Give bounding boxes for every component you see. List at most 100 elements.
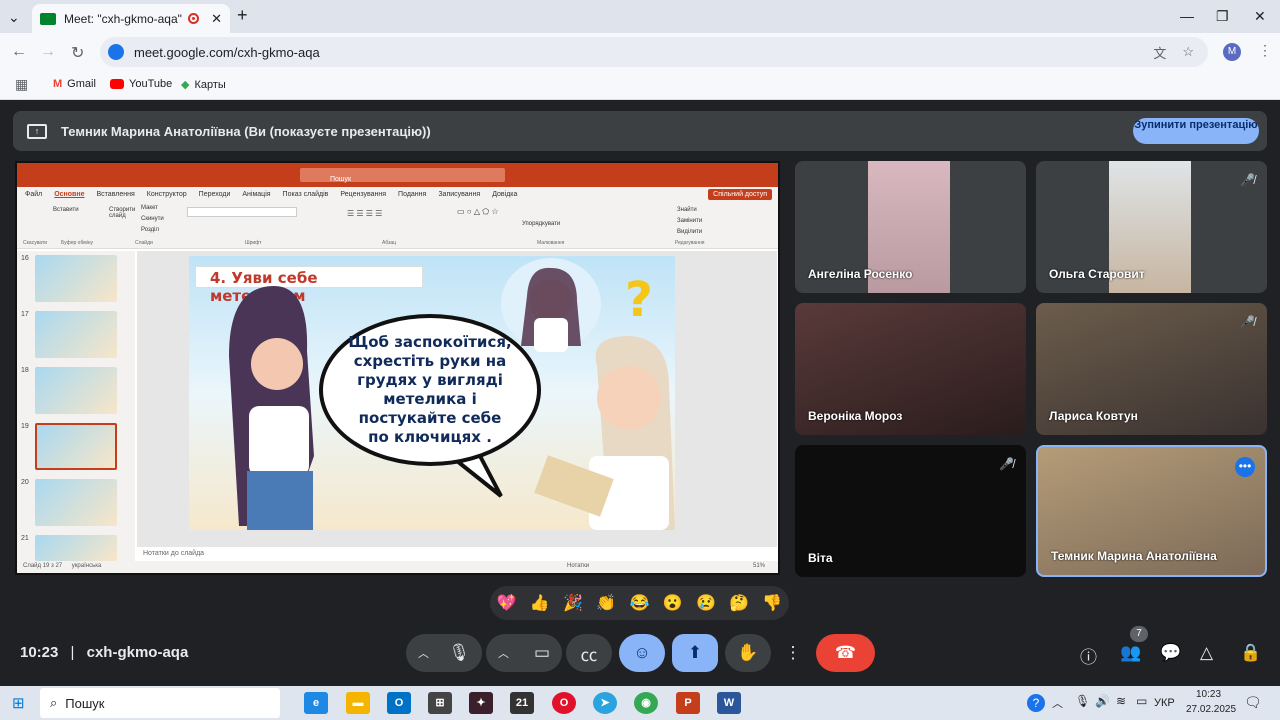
microsoft-store-icon[interactable]: ⊞ <box>428 692 452 714</box>
windows-start-icon[interactable]: ⊞ <box>12 694 25 712</box>
close-tab-icon[interactable]: ✕ <box>211 11 222 27</box>
ppt-layout-button[interactable]: Макет <box>141 205 158 211</box>
clock-date[interactable]: 27.02.2025 <box>1186 704 1236 715</box>
slide-thumbnail[interactable] <box>35 255 117 302</box>
notifications-icon[interactable]: 🗨 <box>1244 694 1262 711</box>
microphone-button[interactable]: 🎙 <box>448 643 470 663</box>
wifi-icon[interactable]: ≋ <box>1116 694 1126 708</box>
participant-tile[interactable]: 🎤̸ Лариса Ковтун <box>1036 303 1267 435</box>
davinci-icon[interactable]: ✦ <box>469 692 493 714</box>
mic-options-chevron-icon[interactable]: ︿ <box>418 645 429 661</box>
input-language[interactable]: УКР <box>1154 697 1175 709</box>
site-info-icon[interactable] <box>108 44 124 60</box>
activities-icon[interactable]: △ <box>1200 643 1213 663</box>
ppt-tab-record[interactable]: Записування <box>438 191 480 198</box>
translate-icon[interactable]: 文 <box>1153 43 1166 62</box>
reaction-thumbs-up-button[interactable]: 👍 <box>530 593 550 613</box>
telegram-icon[interactable]: ➤ <box>593 692 617 714</box>
slide-thumbnail[interactable] <box>35 311 117 358</box>
ppt-tab-animations[interactable]: Анімація <box>242 191 270 198</box>
reaction-clap-button[interactable]: 👏 <box>596 593 616 613</box>
ppt-select-button[interactable]: Виділити <box>677 229 702 235</box>
apps-grid-icon[interactable]: ▦ <box>15 76 28 93</box>
tab-search-icon[interactable]: ⌄ <box>8 9 20 26</box>
captions-button[interactable]: ㏄ <box>566 634 612 672</box>
more-options-button[interactable]: ⋮ <box>778 634 808 672</box>
ppt-font-box[interactable] <box>187 207 297 217</box>
ppt-arrange-button[interactable]: Упорядкувати <box>522 221 560 227</box>
powerpoint-icon[interactable]: P <box>676 692 700 714</box>
participant-tile[interactable]: Ангеліна Росенко <box>795 161 1026 293</box>
ppt-notes-pane[interactable]: Нотатки до слайда <box>137 547 777 561</box>
ppt-shapes-gallery[interactable]: ▭ ○ △ ⬠ ☆ <box>457 207 499 216</box>
ppt-tab-insert[interactable]: Вставлення <box>97 191 135 198</box>
opera-icon[interactable]: O <box>552 692 576 714</box>
participant-tile[interactable]: Вероніка Мороз <box>795 303 1026 435</box>
bookmark-maps[interactable]: ◆ Карты <box>181 78 226 92</box>
more-options-icon[interactable]: ••• <box>1235 457 1255 477</box>
bookmark-gmail[interactable]: M Gmail <box>53 78 96 90</box>
camera-options-chevron-icon[interactable]: ︿ <box>498 645 509 661</box>
ppt-replace-button[interactable]: Замінити <box>677 218 702 224</box>
leave-call-button[interactable]: ☎ <box>816 634 875 672</box>
back-icon[interactable]: ← <box>11 43 27 61</box>
file-explorer-icon[interactable]: ▬ <box>346 692 370 714</box>
help-icon[interactable]: ? <box>1027 694 1045 712</box>
slide-thumbnail[interactable] <box>35 479 117 526</box>
volume-icon[interactable]: 🔊 <box>1095 694 1110 708</box>
reaction-laugh-button[interactable]: 😂 <box>630 593 650 613</box>
ppt-tab-review[interactable]: Рецензування <box>340 191 386 198</box>
current-slide[interactable]: 4. Уяви себе метеликом ? <box>189 256 675 530</box>
bookmark-youtube[interactable]: YouTube <box>110 78 172 90</box>
mic-tray-icon[interactable]: 🎙 <box>1075 694 1090 708</box>
reaction-party-button[interactable]: 🎉 <box>563 593 583 613</box>
ppt-tab-transitions[interactable]: Переходи <box>199 191 231 198</box>
meeting-details-icon[interactable]: ⓘ <box>1080 643 1097 668</box>
slide-thumbnail[interactable] <box>35 535 117 561</box>
ppt-share-button[interactable]: Спільний доступ <box>708 189 772 200</box>
camera-button[interactable]: ▭ <box>534 643 550 663</box>
people-icon[interactable]: 👥 <box>1120 643 1141 663</box>
stop-presenting-button[interactable]: Зупинити презентацію <box>1133 118 1259 144</box>
battery-icon[interactable]: ▭ <box>1136 694 1147 708</box>
ppt-tab-file[interactable]: Файл <box>25 191 42 198</box>
chrome-icon[interactable]: ◉ <box>634 692 658 714</box>
emoji-reactions-button[interactable]: ☺ <box>619 634 665 672</box>
browser-tab-meet[interactable]: Meet: "cxh-gkmo-aqa" ✕ <box>32 4 230 33</box>
close-window-button[interactable]: ✕ <box>1254 8 1266 25</box>
taskbar-search-box[interactable]: ⌕ Пошук <box>40 688 280 718</box>
calendar-icon[interactable]: 21 <box>510 692 534 714</box>
minimize-window-button[interactable]: — <box>1180 8 1194 24</box>
ppt-tab-slideshow[interactable]: Показ слайдів <box>283 191 329 198</box>
reload-icon[interactable]: ↻ <box>71 43 84 63</box>
word-icon[interactable]: W <box>717 692 741 714</box>
new-tab-button[interactable]: + <box>237 5 248 26</box>
ppt-tab-home[interactable]: Основне <box>54 191 84 198</box>
participant-tile[interactable]: 🎤̸ Віта <box>795 445 1026 577</box>
ppt-section-button[interactable]: Розділ <box>141 227 159 233</box>
ppt-find-button[interactable]: Знайти <box>677 207 697 213</box>
maximize-window-button[interactable]: ❐ <box>1216 8 1229 25</box>
outlook-icon[interactable]: O <box>387 692 411 714</box>
reaction-heart-button[interactable]: 💖 <box>497 593 517 613</box>
ppt-search-box[interactable]: Пошук <box>300 168 505 183</box>
tray-chevron-icon[interactable]: ︿ <box>1052 695 1063 711</box>
reaction-sad-button[interactable]: 😢 <box>696 593 716 613</box>
reaction-thumbs-down-button[interactable]: 👎 <box>762 593 782 613</box>
chat-icon[interactable]: 💬 <box>1160 643 1181 663</box>
ppt-tab-view[interactable]: Подання <box>398 191 426 198</box>
ppt-tab-help[interactable]: Довідка <box>492 191 517 198</box>
slide-thumbnail-selected[interactable] <box>35 423 117 470</box>
participant-tile[interactable]: 🎤̸ Ольга Старовит <box>1036 161 1267 293</box>
ppt-language[interactable]: українська <box>72 563 102 569</box>
forward-icon[interactable]: → <box>40 43 56 61</box>
raise-hand-button[interactable]: ✋ <box>725 634 771 672</box>
reaction-surprised-button[interactable]: 😮 <box>663 593 683 613</box>
profile-avatar[interactable]: M <box>1223 43 1241 61</box>
ppt-zoom-level[interactable]: 51% <box>753 563 765 569</box>
ppt-paste-button[interactable]: Вставити <box>53 207 79 213</box>
slide-thumbnail[interactable] <box>35 367 117 414</box>
reaction-thinking-button[interactable]: 🤔 <box>729 593 749 613</box>
edge-icon[interactable]: e <box>304 692 328 714</box>
ppt-tab-design[interactable]: Конструктор <box>147 191 187 198</box>
